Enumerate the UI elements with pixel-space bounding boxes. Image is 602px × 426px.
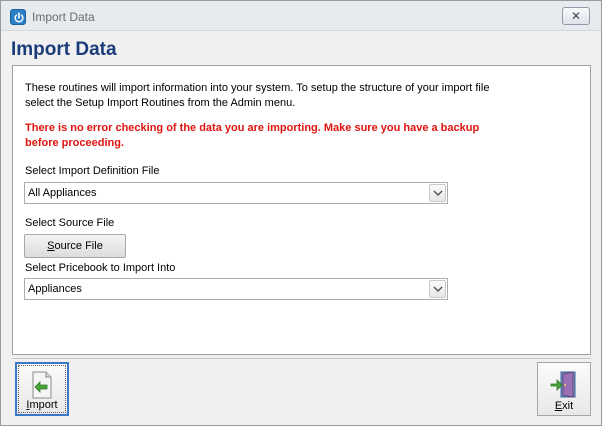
page-title: Import Data <box>11 39 117 60</box>
close-icon: ✕ <box>570 9 582 23</box>
import-button-label: Import <box>17 399 67 411</box>
import-data-window: Import Data ✕ Import Data These routines… <box>0 0 602 426</box>
exit-label-rest: xit <box>562 400 574 412</box>
import-document-icon <box>32 371 52 399</box>
chevron-down-icon <box>433 286 443 292</box>
pricebook-value: Appliances <box>28 283 82 295</box>
pricebook-label: Select Pricebook to Import Into <box>25 262 176 274</box>
exit-button-label: Exit <box>538 400 590 412</box>
power-icon <box>10 9 26 25</box>
title-bar: Import Data ✕ <box>1 1 601 31</box>
chevron-down-icon <box>433 190 443 196</box>
source-file-button-accel: S <box>47 240 55 252</box>
exit-button[interactable]: Exit <box>537 362 591 416</box>
definition-file-select[interactable]: All Appliances <box>24 182 448 204</box>
exit-door-icon <box>550 371 576 398</box>
close-button[interactable]: ✕ <box>562 7 590 25</box>
warning-text: There is no error checking of the data y… <box>25 122 480 149</box>
pricebook-dropdown-button[interactable] <box>429 280 446 298</box>
description-text: These routines will import information i… <box>25 82 490 109</box>
footer-divider <box>12 358 591 359</box>
import-settings-panel: These routines will import information i… <box>12 65 591 355</box>
definition-file-dropdown-button[interactable] <box>429 184 446 202</box>
source-file-button-label: ource File <box>54 240 103 252</box>
window-title: Import Data <box>32 10 95 24</box>
pricebook-select[interactable]: Appliances <box>24 278 448 300</box>
definition-file-value: All Appliances <box>28 187 97 199</box>
source-file-button[interactable]: Source File <box>24 234 126 258</box>
import-button[interactable]: Import <box>15 362 69 416</box>
import-label-rest: mport <box>29 399 58 411</box>
definition-file-label: Select Import Definition File <box>25 165 160 177</box>
source-file-label: Select Source File <box>25 217 115 229</box>
